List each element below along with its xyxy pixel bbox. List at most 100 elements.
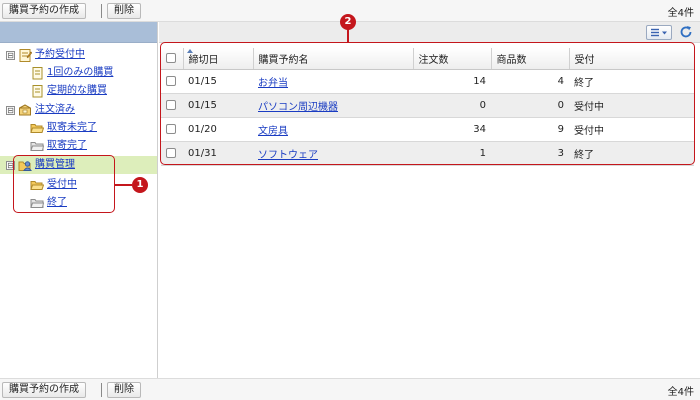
create-purchase-reservation-button[interactable]: 購買予約の作成	[2, 382, 86, 398]
toolbar-separator	[101, 4, 102, 18]
reservation-list-pane: 締切日 購買予約名 注文数 商品数 受付 01/15 お弁当 14 4 終了 0…	[159, 22, 700, 378]
callout-1-leader	[115, 184, 132, 186]
select-all-checkbox[interactable]	[166, 52, 176, 63]
deadline-cell: 01/31	[183, 141, 253, 166]
refresh-icon[interactable]	[678, 24, 694, 40]
folder-tree-pane: ⊟ 予約受付中 1回のみの購買 定期的な購買 ⊟ 注文済み 取寄未完了 取寄完了…	[0, 22, 158, 378]
table-row[interactable]: 01/20 文房具 34 9 受付中	[161, 117, 694, 142]
delete-button[interactable]: 削除	[107, 3, 141, 19]
orders-cell: 34	[413, 117, 491, 142]
tree-item-ordered[interactable]: ⊟ 注文済み	[0, 102, 157, 118]
status-cell: 終了	[569, 69, 694, 94]
status-cell: 受付中	[569, 117, 694, 142]
status-cell: 終了	[569, 141, 694, 166]
reservation-name-link[interactable]: ソフトウェア	[258, 150, 318, 161]
column-header-label: 購買予約名	[258, 54, 309, 66]
total-count: 全4件	[667, 8, 694, 19]
tree-item-label[interactable]: 予約受付中	[35, 47, 85, 63]
list-view-menu-icon	[651, 28, 667, 37]
list-pane-header	[159, 22, 700, 43]
tree-item-label[interactable]: 受付中	[47, 177, 77, 193]
deadline-cell: 01/20	[183, 117, 253, 142]
row-select-cell[interactable]	[161, 69, 183, 94]
column-header-label: 締切日	[188, 54, 219, 66]
deadline-cell: 01/15	[183, 69, 253, 94]
table-header-row: 締切日 購買予約名 注文数 商品数 受付	[161, 48, 694, 70]
name-cell: お弁当	[253, 69, 413, 94]
single-page-icon	[32, 67, 43, 80]
total-count: 全4件	[667, 387, 694, 398]
reservation-name-link[interactable]: お弁当	[258, 78, 288, 89]
column-header-orders[interactable]: 注文数	[413, 48, 492, 70]
ordered-box-icon	[19, 104, 31, 116]
folder-closed-icon	[30, 142, 44, 151]
name-cell: 文房具	[253, 117, 413, 142]
orders-cell: 1	[413, 141, 491, 166]
collapse-toggle-icon[interactable]: ⊟	[6, 161, 15, 170]
items-cell: 4	[491, 69, 569, 94]
column-header-name[interactable]: 購買予約名	[253, 48, 414, 70]
reservation-name-link[interactable]: 文房具	[258, 126, 288, 137]
reservation-name-link[interactable]: パソコン周辺機器	[258, 102, 338, 113]
folder-closed-icon	[30, 199, 44, 208]
items-cell: 3	[491, 141, 569, 166]
name-cell: パソコン周辺機器	[253, 93, 413, 118]
row-checkbox[interactable]	[166, 147, 176, 158]
table-row[interactable]: 01/31 ソフトウェア 1 3 終了	[161, 141, 694, 166]
items-cell: 9	[491, 117, 569, 142]
folder-open-icon	[30, 124, 44, 133]
tree-item-reservation-open[interactable]: ⊟ 予約受付中	[0, 47, 157, 63]
row-select-cell[interactable]	[161, 117, 183, 142]
create-purchase-reservation-button[interactable]: 購買予約の作成	[2, 3, 86, 19]
tree-item-label[interactable]: 取寄未完了	[47, 120, 97, 136]
name-cell: ソフトウェア	[253, 141, 413, 166]
row-checkbox[interactable]	[166, 75, 176, 86]
tree-item-label[interactable]: 1回のみの購買	[47, 65, 113, 81]
tree-pane-header	[0, 22, 157, 43]
toolbar-separator	[101, 383, 102, 397]
tree-item-delivered[interactable]: 取寄完了	[0, 138, 157, 154]
orders-cell: 0	[413, 93, 491, 118]
row-select-cell[interactable]	[161, 141, 183, 166]
column-header-label: 受付	[574, 54, 595, 66]
view-options-button[interactable]	[646, 25, 672, 40]
table-row[interactable]: 01/15 パソコン周辺機器 0 0 受付中	[161, 93, 694, 118]
reservation-table: 締切日 購買予約名 注文数 商品数 受付 01/15 お弁当 14 4 終了 0…	[161, 48, 694, 166]
recurring-page-icon	[32, 85, 43, 98]
row-checkbox[interactable]	[166, 99, 176, 110]
tree-item-purchase-admin[interactable]: ⊟ 購買管理	[0, 156, 157, 174]
purchase-admin-icon	[18, 161, 32, 171]
tree-item-label[interactable]: 購買管理	[35, 156, 75, 174]
callout-2-leader	[347, 29, 349, 42]
folder-open-icon	[30, 181, 44, 190]
collapse-toggle-icon[interactable]: ⊟	[6, 51, 15, 60]
column-header-label: 注文数	[418, 54, 449, 66]
orders-cell: 14	[413, 69, 491, 94]
tree-item-label[interactable]: 取寄完了	[47, 138, 87, 154]
items-cell: 0	[491, 93, 569, 118]
tree-item-admin-closed[interactable]: 終了	[0, 195, 157, 211]
delete-button[interactable]: 削除	[107, 382, 141, 398]
column-header-label: 商品数	[496, 54, 527, 66]
column-header-items[interactable]: 商品数	[491, 48, 570, 70]
collapse-toggle-icon[interactable]: ⊟	[6, 106, 15, 115]
row-select-cell[interactable]	[161, 93, 183, 118]
row-checkbox[interactable]	[166, 123, 176, 134]
column-header-status[interactable]: 受付	[569, 48, 694, 70]
tree-item-recurring[interactable]: 定期的な購買	[0, 83, 157, 99]
bottom-toolbar: 購買予約の作成 削除 全4件	[0, 378, 700, 400]
deadline-cell: 01/15	[183, 93, 253, 118]
table-row[interactable]: 01/15 お弁当 14 4 終了	[161, 69, 694, 94]
tree-item-label[interactable]: 終了	[47, 195, 67, 211]
callout-1-badge: 1	[132, 177, 148, 193]
sort-ascending-icon	[186, 49, 193, 53]
tree-item-pending-delivery[interactable]: 取寄未完了	[0, 120, 157, 136]
callout-2-badge: 2	[340, 14, 356, 30]
tree-item-label[interactable]: 注文済み	[35, 102, 75, 118]
tree-item-one-time[interactable]: 1回のみの購買	[0, 65, 157, 81]
status-cell: 受付中	[569, 93, 694, 118]
column-header-deadline[interactable]: 締切日	[183, 48, 254, 70]
reservation-notebook-icon	[19, 49, 32, 62]
tree-item-label[interactable]: 定期的な購買	[47, 83, 107, 99]
select-all-header[interactable]	[161, 48, 184, 70]
